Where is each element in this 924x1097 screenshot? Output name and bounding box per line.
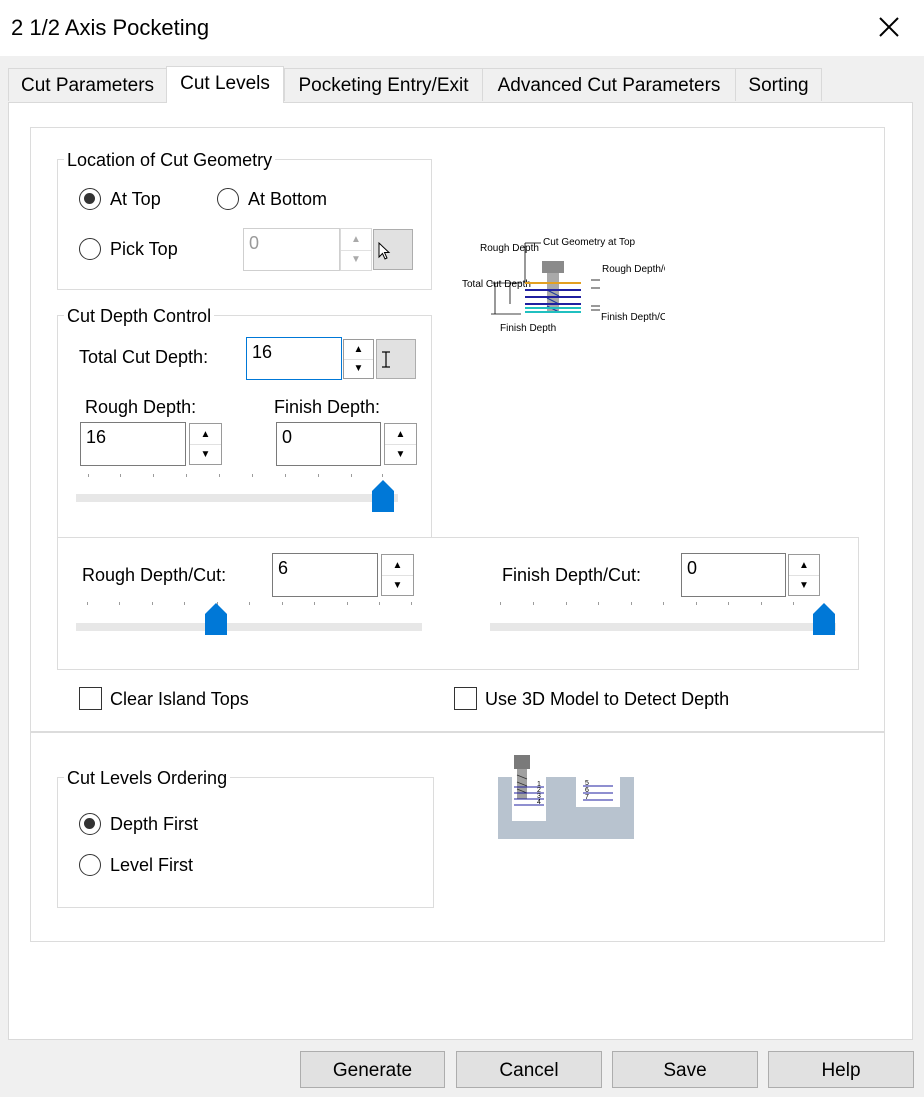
finish-depth-spinner[interactable]: ▲ ▼ bbox=[384, 423, 417, 465]
tab-advanced-cut-parameters[interactable]: Advanced Cut Parameters bbox=[482, 68, 736, 101]
diagram-total-cut-depth: Total Cut Depth bbox=[462, 279, 531, 290]
depth-first-label[interactable]: Depth First bbox=[110, 814, 198, 835]
slider-thumb[interactable] bbox=[205, 603, 227, 635]
level-number: 5 bbox=[585, 780, 589, 787]
cut-levels-ordering-group bbox=[57, 777, 434, 908]
finish-depth-per-cut-label: Finish Depth/Cut: bbox=[502, 565, 642, 585]
rough-depth-input[interactable]: 16 bbox=[80, 422, 186, 466]
finish-depth-per-cut-input[interactable]: 0 bbox=[681, 553, 786, 597]
level-first-radio[interactable] bbox=[79, 854, 101, 876]
spin-down-icon[interactable]: ▼ bbox=[385, 444, 416, 464]
finish-depth-input[interactable]: 0 bbox=[276, 422, 381, 466]
rough-depth-per-cut-spinner[interactable]: ▲ ▼ bbox=[381, 554, 414, 596]
cut-depth-control-title: Cut Depth Control bbox=[64, 306, 215, 327]
slider-thumb[interactable] bbox=[813, 603, 835, 635]
rough-depth-label: Rough Depth: bbox=[85, 397, 197, 417]
tab-pocketing-entry-exit[interactable]: Pocketing Entry/Exit bbox=[284, 68, 483, 101]
tab-cut-levels[interactable]: Cut Levels bbox=[166, 66, 284, 103]
diagram-finish-depth-per-cut: Finish Depth/Cut bbox=[601, 312, 665, 323]
total-cut-depth-label: Total Cut Depth: bbox=[79, 347, 209, 367]
rough-depth-spinner[interactable]: ▲ ▼ bbox=[189, 423, 222, 465]
spin-up-icon[interactable]: ▲ bbox=[382, 555, 413, 576]
pick-top-radio[interactable] bbox=[79, 238, 101, 260]
save-button[interactable]: Save bbox=[612, 1051, 758, 1088]
diagram-rough-depth: Rough Depth bbox=[480, 243, 539, 254]
slider-track[interactable] bbox=[76, 494, 398, 502]
clear-island-tops-checkbox[interactable] bbox=[79, 687, 102, 710]
level-number: 4 bbox=[537, 799, 541, 806]
cursor-arrow-icon bbox=[378, 241, 391, 260]
total-cut-depth-spinner[interactable]: ▲ ▼ bbox=[343, 339, 374, 379]
at-bottom-radio[interactable] bbox=[217, 188, 239, 210]
spin-up-icon[interactable]: ▲ bbox=[344, 340, 373, 360]
slider-track[interactable] bbox=[76, 623, 422, 631]
pick-top-input[interactable]: 0 bbox=[243, 228, 340, 271]
spin-down-icon[interactable]: ▼ bbox=[341, 250, 371, 271]
tab-label: Advanced Cut Parameters bbox=[497, 75, 721, 96]
finish-depth-per-cut-spinner[interactable]: ▲ ▼ bbox=[788, 554, 820, 596]
diagram-cut-geometry-at-top: Cut Geometry at Top bbox=[543, 237, 636, 248]
pick-depth-button[interactable] bbox=[376, 339, 416, 379]
at-top-label[interactable]: At Top bbox=[110, 189, 161, 210]
tab-label: Pocketing Entry/Exit bbox=[298, 75, 469, 96]
spin-down-icon[interactable]: ▼ bbox=[382, 575, 413, 595]
pick-top-button[interactable] bbox=[373, 229, 413, 270]
slider-ticks bbox=[490, 598, 836, 605]
at-bottom-label[interactable]: At Bottom bbox=[248, 189, 327, 210]
finish-depth-per-cut-slider[interactable] bbox=[490, 598, 836, 646]
close-icon bbox=[879, 17, 899, 37]
level-number: 7 bbox=[585, 794, 589, 801]
cancel-button[interactable]: Cancel bbox=[456, 1051, 602, 1088]
depth-first-radio[interactable] bbox=[79, 813, 101, 835]
help-button[interactable]: Help bbox=[768, 1051, 914, 1088]
generate-button[interactable]: Generate bbox=[300, 1051, 445, 1088]
level-first-label[interactable]: Level First bbox=[110, 855, 193, 876]
spin-down-icon[interactable]: ▼ bbox=[344, 359, 373, 378]
total-cut-depth-input[interactable]: 16 bbox=[246, 337, 342, 380]
location-group-title: Location of Cut Geometry bbox=[64, 150, 276, 171]
slider-track[interactable] bbox=[490, 623, 836, 631]
rough-depth-per-cut-input[interactable]: 6 bbox=[272, 553, 378, 597]
diagram-finish-depth: Finish Depth bbox=[500, 323, 556, 334]
cut-depth-diagram: Rough Depth Cut Geometry at Top Rough De… bbox=[462, 237, 665, 334]
use-3d-model-label[interactable]: Use 3D Model to Detect Depth bbox=[485, 689, 729, 710]
tab-label: Cut Levels bbox=[180, 73, 270, 94]
pick-top-spinner[interactable]: ▲ ▼ bbox=[340, 228, 372, 271]
text-cursor-icon bbox=[382, 351, 390, 368]
depth-split-slider[interactable] bbox=[76, 472, 398, 520]
level-number: 6 bbox=[585, 787, 589, 794]
rough-depth-per-cut-label: Rough Depth/Cut: bbox=[82, 565, 227, 585]
rough-depth-per-cut-slider[interactable] bbox=[76, 598, 422, 646]
tab-label: Cut Parameters bbox=[20, 75, 155, 96]
slider-ticks bbox=[76, 598, 422, 605]
slider-thumb[interactable] bbox=[372, 480, 394, 512]
pick-top-label[interactable]: Pick Top bbox=[110, 239, 178, 260]
spin-up-icon[interactable]: ▲ bbox=[385, 424, 416, 445]
tab-cut-parameters[interactable]: Cut Parameters bbox=[8, 68, 167, 101]
close-button[interactable] bbox=[868, 10, 910, 46]
finish-depth-label: Finish Depth: bbox=[274, 397, 381, 417]
cut-levels-ordering-diagram: 1 2 3 4 5 6 7 bbox=[498, 755, 634, 839]
spin-up-icon[interactable]: ▲ bbox=[190, 424, 221, 445]
tab-label: Sorting bbox=[748, 75, 809, 96]
clear-island-tops-label[interactable]: Clear Island Tops bbox=[110, 689, 249, 710]
title-bar: 2 1/2 Axis Pocketing bbox=[0, 0, 924, 56]
use-3d-model-checkbox[interactable] bbox=[454, 687, 477, 710]
slider-ticks bbox=[76, 472, 398, 478]
at-top-radio[interactable] bbox=[79, 188, 101, 210]
window-title: 2 1/2 Axis Pocketing bbox=[11, 15, 210, 40]
spin-up-icon[interactable]: ▲ bbox=[341, 229, 371, 251]
tab-sorting[interactable]: Sorting bbox=[735, 68, 822, 101]
cut-levels-ordering-title: Cut Levels Ordering bbox=[64, 768, 231, 789]
spin-up-icon[interactable]: ▲ bbox=[789, 555, 819, 576]
diagram-rough-depth-per-cut: Rough Depth/Cut bbox=[602, 264, 665, 275]
spin-down-icon[interactable]: ▼ bbox=[190, 444, 221, 464]
spin-down-icon[interactable]: ▼ bbox=[789, 575, 819, 595]
